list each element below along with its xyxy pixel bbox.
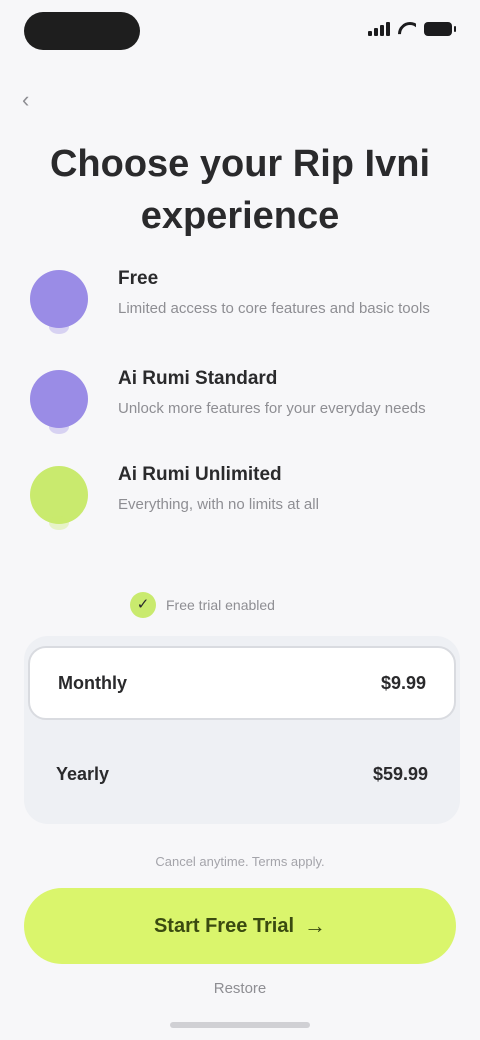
feature-icon <box>30 370 88 434</box>
feature-unlimited: Ai Rumi Unlimited Everything, with no li… <box>30 464 450 556</box>
plan-price: $59.99 <box>372 763 428 784</box>
arrow-right-icon: → <box>304 913 327 938</box>
feature-icon <box>30 270 88 334</box>
home-indicator[interactable] <box>170 1022 310 1028</box>
signal-icon <box>368 22 390 36</box>
feature-standard: Ai Rumi Standard Unlock more features fo… <box>30 368 450 460</box>
back-arrow-icon[interactable]: ‹ <box>22 86 50 114</box>
plan-price: $9.99 <box>380 672 426 693</box>
battery-icon <box>424 22 456 36</box>
feature-description: Limited access to core features and basi… <box>118 300 430 317</box>
plan-option-yearly[interactable]: Yearly $59.99 <box>28 734 456 814</box>
start-trial-button[interactable]: Start Free Trial → <box>24 888 456 964</box>
feature-title: Ai Rumi Standard <box>118 368 278 389</box>
plan-option-monthly[interactable]: Monthly $9.99 <box>28 646 456 720</box>
feature-description: Unlock more features for your everyday n… <box>118 400 426 417</box>
feature-free: Free Limited access to core features and… <box>30 268 450 360</box>
paywall-screen: ‹ Choose your Rip Ivni experience Free L… <box>0 0 480 1040</box>
status-icons <box>368 22 456 36</box>
status-time-pill <box>24 12 140 50</box>
feature-icon <box>30 466 88 530</box>
restore-link[interactable]: Restore <box>140 980 340 997</box>
trial-toggle[interactable]: ✓ Free trial enabled <box>130 590 275 620</box>
feature-title: Free <box>118 268 159 289</box>
cta-label: Start Free Trial <box>153 914 295 937</box>
feature-description: Everything, with no limits at all <box>118 496 319 513</box>
wifi-icon <box>398 22 416 36</box>
page-title: Choose your Rip Ivni experience <box>49 143 431 237</box>
feature-title: Ai Rumi Unlimited <box>118 464 282 485</box>
fine-print: Cancel anytime. Terms apply. <box>155 854 325 869</box>
check-icon: ✓ <box>130 592 156 618</box>
status-bar <box>0 0 480 64</box>
plan-name: Monthly <box>58 672 127 693</box>
plan-name: Yearly <box>56 763 110 784</box>
trial-label: Free trial enabled <box>166 597 275 613</box>
